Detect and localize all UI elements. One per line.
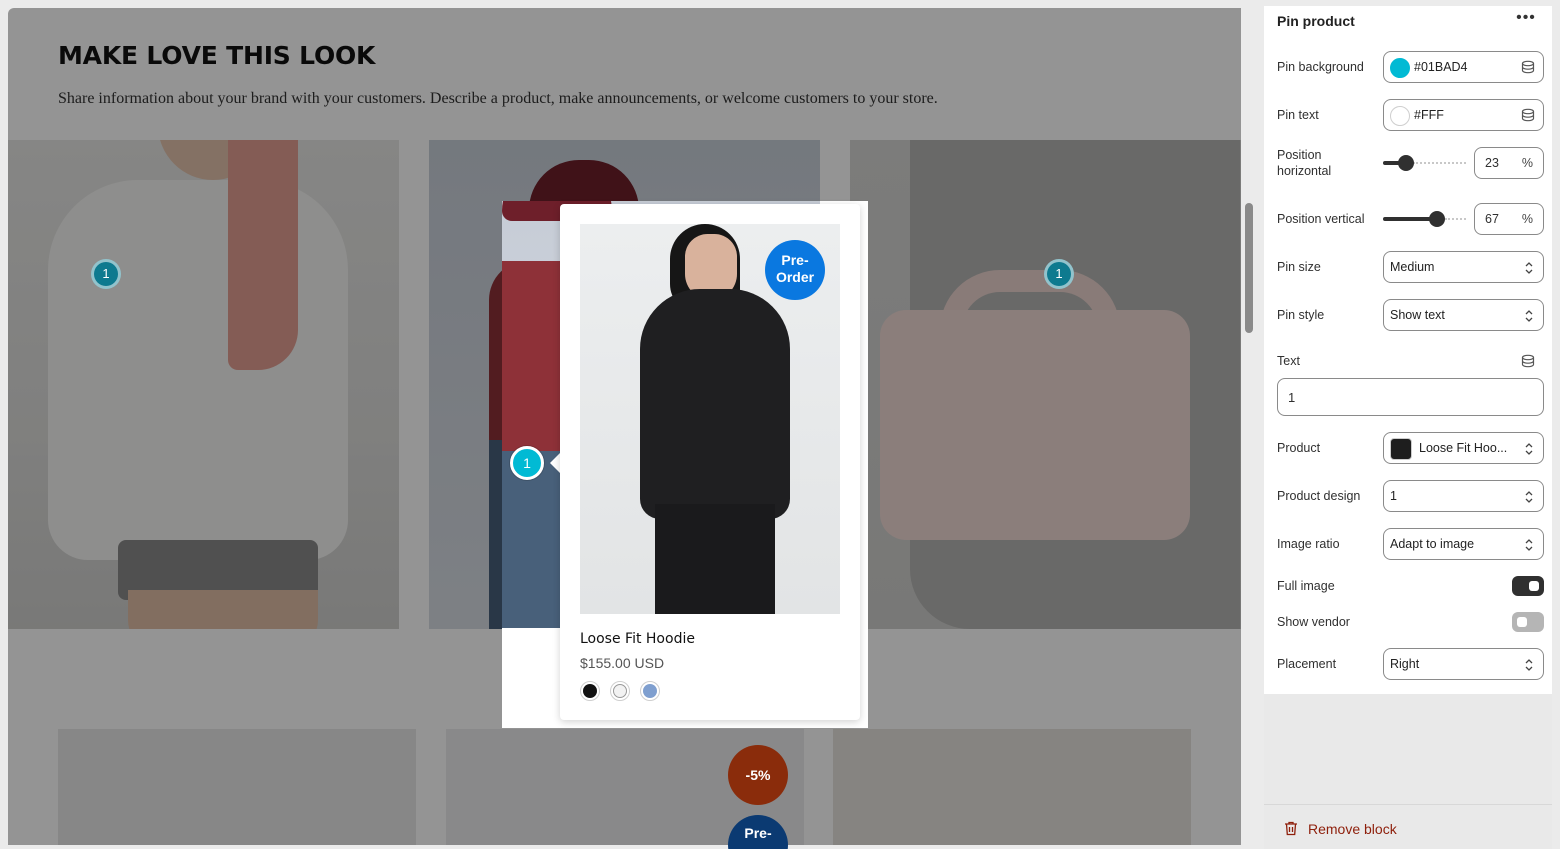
product-design-select[interactable]: 1 (1383, 480, 1544, 512)
position-vertical-label: Position vertical (1277, 212, 1365, 226)
select-chevron-icon (1525, 262, 1533, 274)
color-swatch-icon[interactable] (1390, 106, 1410, 126)
show-vendor-label: Show vendor (1277, 615, 1350, 629)
block-settings-panel: Pin product ••• Pin background #01BAD4 P… (1264, 6, 1552, 694)
color-swatch-icon[interactable] (1390, 58, 1410, 78)
slider-handle[interactable] (1429, 211, 1445, 227)
text-label: Text (1277, 354, 1300, 368)
product-label: Product (1277, 441, 1321, 455)
full-image-toggle[interactable] (1512, 576, 1544, 596)
swatch-black[interactable] (580, 681, 600, 701)
position-vertical-slider[interactable] (1383, 211, 1466, 227)
product-popup[interactable]: Pre- Order Loose Fit Hoodie $155.00 USD (560, 204, 860, 720)
panel-title: Pin product (1277, 13, 1355, 29)
position-horizontal-slider[interactable] (1383, 155, 1466, 171)
product-pin[interactable]: 1 (91, 259, 121, 289)
placement-label: Placement (1277, 657, 1337, 671)
pin-background-color-field[interactable]: #01BAD4 (1383, 51, 1544, 83)
position-horizontal-label: Position horizontal (1277, 148, 1332, 178)
position-horizontal-input[interactable]: 23 % (1474, 147, 1544, 179)
more-horizontal-icon[interactable]: ••• (1514, 10, 1538, 32)
placement-select[interactable]: Right (1383, 648, 1544, 680)
panel-empty-area (1264, 694, 1552, 804)
pin-style-label: Pin style (1277, 308, 1325, 322)
product-pin[interactable]: 1 (1044, 259, 1074, 289)
product-pin-active[interactable]: 1 (510, 446, 544, 480)
product-price: $155.00 USD (580, 655, 665, 671)
preview-scrollbar[interactable] (1245, 203, 1253, 333)
trash-icon (1285, 821, 1297, 836)
product-name[interactable]: Loose Fit Hoodie (580, 631, 695, 647)
pin-text-input[interactable]: 1 (1277, 378, 1544, 416)
dynamic-source-icon[interactable] (1521, 60, 1535, 74)
pin-size-select[interactable]: Medium (1383, 251, 1544, 283)
product-design-label: Product design (1277, 489, 1361, 503)
position-vertical-input[interactable]: 67 % (1474, 203, 1544, 235)
remove-block-button[interactable]: Remove block (1284, 821, 1397, 837)
pin-background-label: Pin background (1277, 60, 1364, 74)
pin-size-label: Pin size (1277, 260, 1321, 274)
select-chevron-icon (1525, 659, 1533, 671)
sale-badge: -5% (728, 745, 788, 805)
pin-text-label: Pin text (1277, 108, 1319, 122)
product-popup-image[interactable]: Pre- Order (580, 224, 840, 614)
select-chevron-icon (1525, 310, 1533, 322)
product-thumbnail (1390, 438, 1412, 460)
show-vendor-toggle[interactable] (1512, 612, 1544, 632)
dynamic-source-icon[interactable] (1521, 354, 1535, 368)
product-picker[interactable]: Loose Fit Hoo... (1383, 432, 1544, 464)
select-chevron-icon (1525, 443, 1533, 455)
pin-text-color-field[interactable]: #FFF (1383, 99, 1544, 131)
image-ratio-select[interactable]: Adapt to image (1383, 528, 1544, 560)
slider-handle[interactable] (1398, 155, 1414, 171)
image-ratio-label: Image ratio (1277, 537, 1340, 551)
preorder-badge: Pre- Order (765, 240, 825, 300)
pin-style-select[interactable]: Show text (1383, 299, 1544, 331)
panel-footer: Remove block (1264, 804, 1552, 849)
dynamic-source-icon[interactable] (1521, 108, 1535, 122)
select-chevron-icon (1525, 491, 1533, 503)
full-image-label: Full image (1277, 579, 1335, 593)
select-chevron-icon (1525, 539, 1533, 551)
swatch-white[interactable] (610, 681, 630, 701)
swatch-blue[interactable] (640, 681, 660, 701)
